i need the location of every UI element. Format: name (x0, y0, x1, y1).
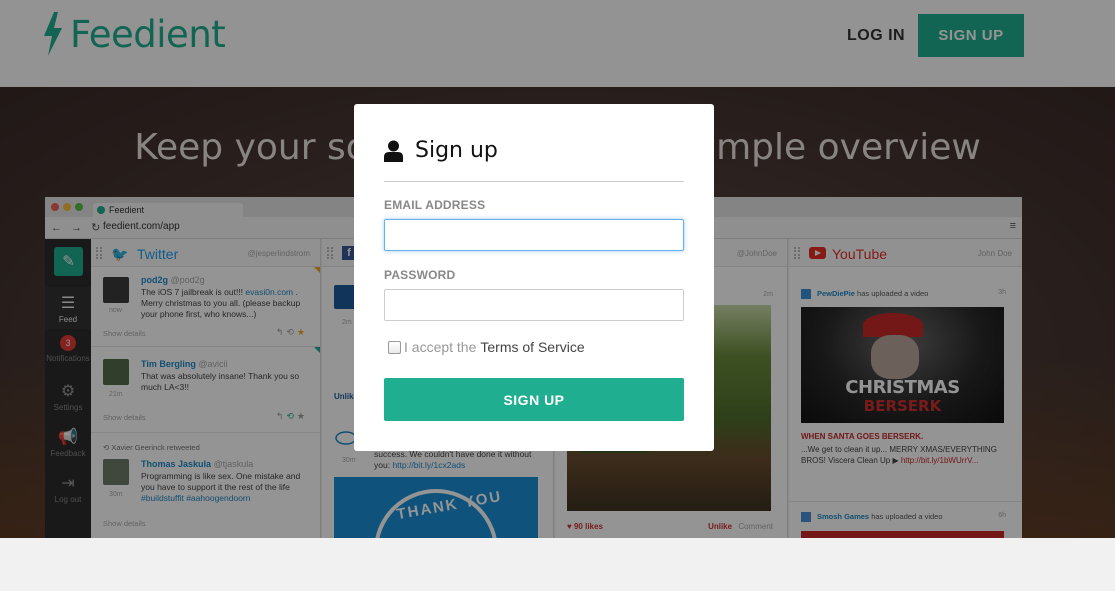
modal-header: Sign up (384, 138, 684, 182)
terms-row: I accept the Terms of Service (388, 339, 585, 355)
terms-prefix: I accept the (404, 339, 477, 355)
email-label: EMAIL ADDRESS (384, 198, 486, 212)
user-icon (384, 140, 403, 162)
password-field[interactable] (384, 289, 684, 321)
modal-title: Sign up (415, 138, 498, 163)
terms-checkbox[interactable] (388, 340, 401, 354)
terms-of-service-link[interactable]: Terms of Service (480, 339, 584, 355)
email-field[interactable] (384, 219, 684, 251)
page-footer-area (0, 538, 1115, 591)
signup-submit-button[interactable]: SIGN UP (384, 378, 684, 421)
signup-modal: Sign up EMAIL ADDRESS PASSWORD I accept … (354, 104, 714, 451)
password-label: PASSWORD (384, 268, 456, 282)
